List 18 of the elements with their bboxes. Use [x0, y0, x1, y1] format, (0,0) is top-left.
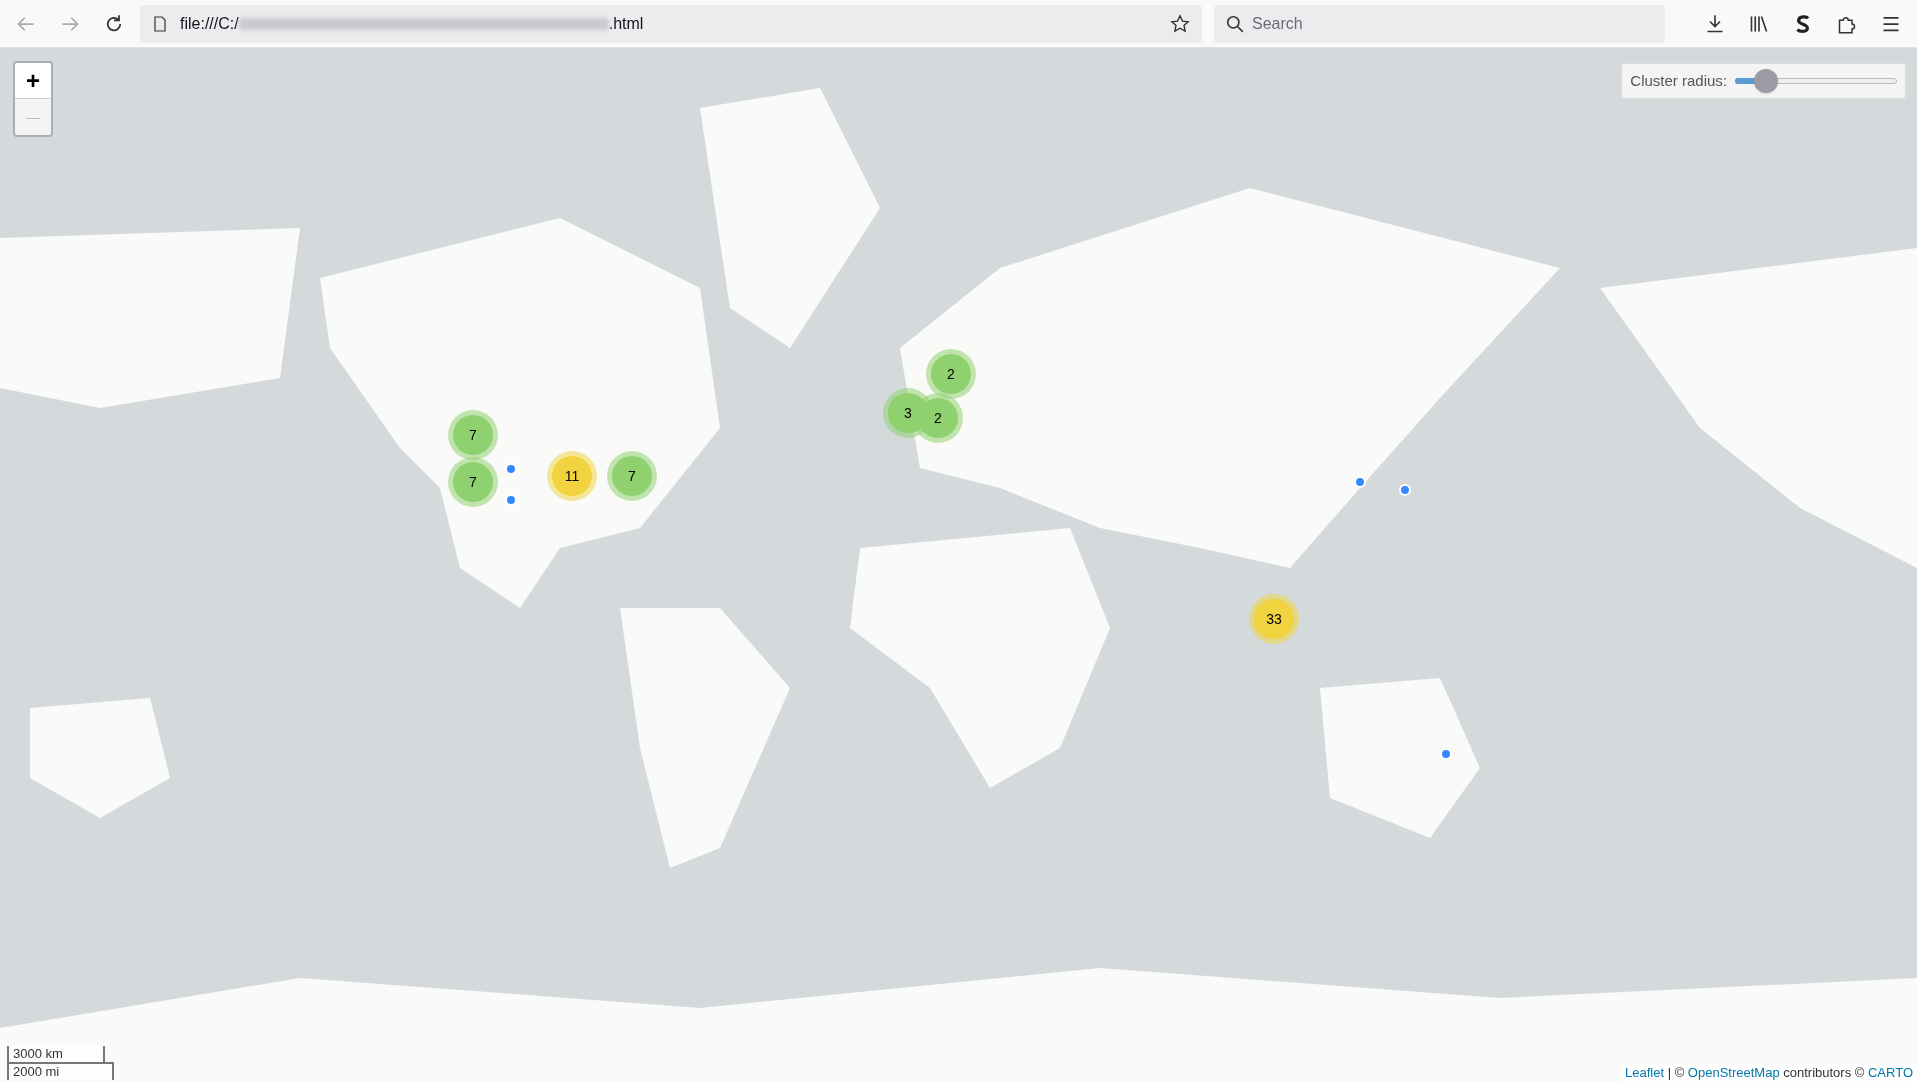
- attribution-link[interactable]: CARTO: [1867, 1064, 1913, 1082]
- attribution-link[interactable]: Leaflet: [1625, 1064, 1665, 1082]
- cluster-radius-label: Cluster radius:: [1630, 70, 1727, 91]
- attribution-link[interactable]: OpenStreetMap: [1687, 1064, 1780, 1082]
- star-icon[interactable]: [1170, 13, 1190, 34]
- scale-bar: 2000 mi: [7, 1062, 114, 1080]
- scale-bar: 3000 km: [7, 1046, 105, 1064]
- search-field[interactable]: Search: [1214, 4, 1665, 43]
- address-bar[interactable]: file:///C:/ .html: [140, 4, 1202, 43]
- url-text: .html: [608, 13, 644, 34]
- page-icon: [152, 15, 168, 32]
- attribution-text: | ©: [1666, 1064, 1686, 1082]
- zoom-in-button[interactable]: +: [15, 63, 51, 99]
- radius-slider[interactable]: [1735, 69, 1897, 93]
- attribution-text: contributors ©: [1782, 1064, 1866, 1082]
- search-icon: [1226, 14, 1244, 33]
- slider-thumb[interactable]: [1754, 69, 1779, 93]
- url-text: file:///C:/: [180, 13, 239, 34]
